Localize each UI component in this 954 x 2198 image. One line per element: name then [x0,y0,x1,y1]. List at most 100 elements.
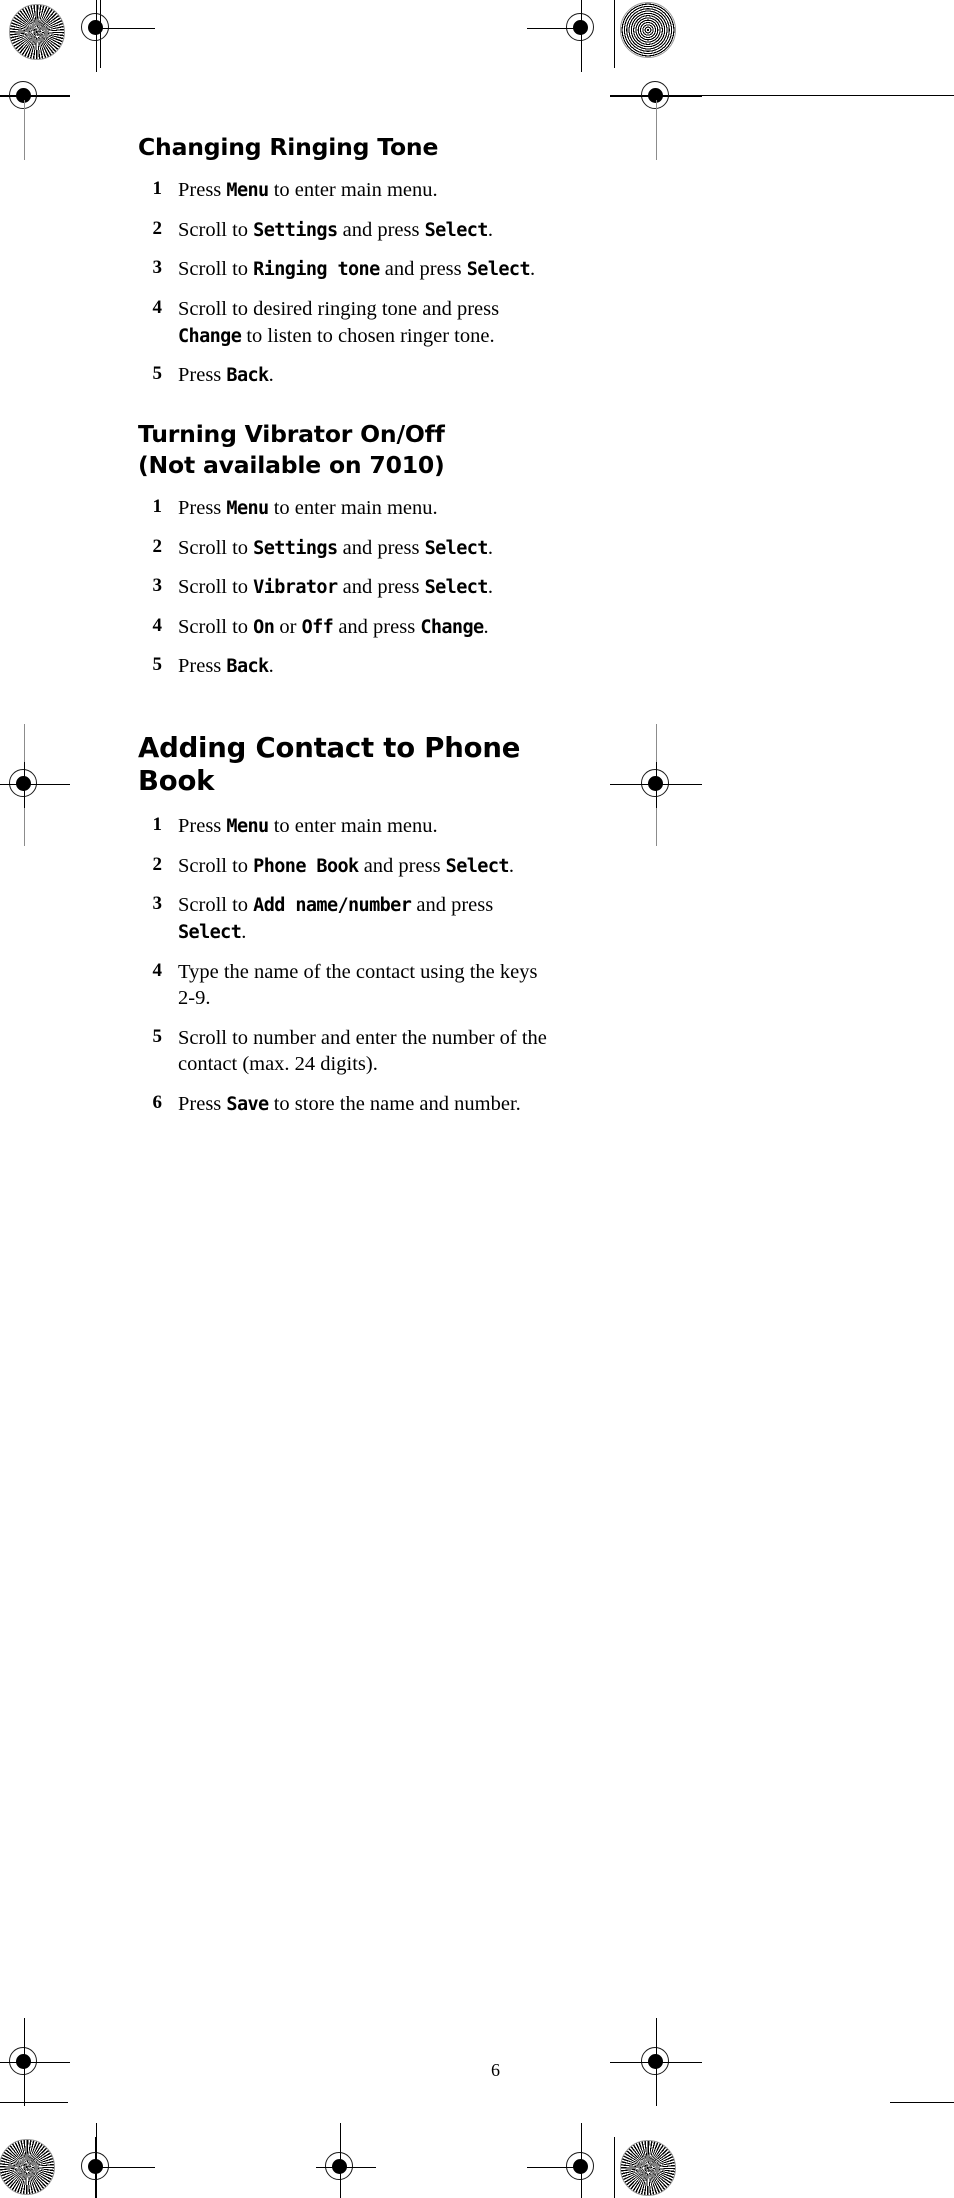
step-text-run: . [508,854,515,877]
steps-list: 1 Press Menu to enter main menu. 2 Scroll t… [138,495,558,680]
step-text: Press Save to store the name and number. [178,1093,521,1115]
registration-mark-left-upper [0,70,70,147]
step-text-run: . [268,655,274,678]
step-text-run: Press [178,1093,227,1116]
step-text-run: or [274,615,302,638]
device-ui-label: Select [178,921,242,943]
step-item: 2 Scroll to Phone Book and press Select. [138,853,558,880]
section-changing-ringing-tone: Changing Ringing Tone 1 Press Menu to ente… [138,132,558,389]
step-text-run: Scroll to [178,258,254,281]
step-number: 1 [152,495,163,517]
step-text-run: . [483,615,489,638]
device-ui-label: Select [445,855,510,877]
device-ui-label: Settings [253,537,338,559]
step-item: 3 Scroll to Vibrator and press Select. [138,574,558,601]
step-text-run: Scroll to number and enter the number of… [178,1026,547,1076]
section-heading-line: Book [138,764,215,797]
registration-mark-left-middle [0,740,70,828]
trim-rule-horizontal-bottom-left [0,2102,68,2103]
step-number: 2 [152,535,163,557]
step-item: 1 Press Menu to enter main menu. [138,177,558,204]
section-heading: Turning Vibrator On/Off (Not available on… [138,419,558,481]
step-text-run: to listen to chosen ringer tone. [241,324,495,347]
bleed-rule-right-middle-lower [656,808,657,846]
step-number: 6 [152,1092,163,1114]
step-number: 5 [152,654,163,676]
step-text-run: Press [178,814,227,837]
step-text-run: . [529,258,536,281]
step-number: 5 [152,363,163,385]
device-ui-label: Change [420,616,484,638]
step-text: Press Back. [178,364,274,386]
step-text-run: . [487,218,493,241]
step-text: Press Menu to enter main menu. [178,497,438,519]
device-ui-label: Menu [226,815,269,837]
step-text-run: . [268,364,274,387]
step-item: 3 Scroll to Add name/number and press Sel… [138,892,558,945]
step-number: 2 [152,217,163,239]
trim-rule-vertical-right [614,0,615,68]
section-heading-line: (Not available on 7010) [138,450,445,479]
device-ui-label: Menu [226,180,269,202]
step-text: Scroll to number and enter the number of… [178,1027,547,1076]
step-text-run: Scroll to [178,854,254,877]
device-ui-label: Back [226,365,269,387]
step-item: 3 Scroll to Ringing tone and press Select… [138,256,558,283]
device-ui-label: Ringing tone [253,259,380,281]
step-text-run: and press [337,218,425,241]
step-text-run: to enter main menu. [268,179,438,202]
step-item: 6 Press Save to store the name and number… [138,1091,558,1118]
concentric-registration-target-top-right [620,2,676,58]
starburst-registration-target-bottom-right [620,2140,676,2196]
registration-mark-right-middle [610,740,702,828]
registration-mark-top-right [527,0,607,72]
step-text-run: and press [333,615,421,638]
registration-mark-bottom-left [70,2123,155,2198]
step-text-run: Scroll to [178,894,254,917]
step-number: 1 [152,178,163,200]
registration-mark-bottom-center [314,2123,376,2198]
device-ui-label: Menu [226,497,269,519]
starburst-registration-target [9,4,65,60]
step-text-run: Press [178,655,227,678]
device-ui-label: Change [178,325,242,347]
step-number: 5 [152,1025,163,1047]
step-text: Press Menu to enter main menu. [178,179,438,201]
step-item: 4 Scroll to On or Off and press Change. [138,614,558,641]
step-text-run: and press [411,894,494,917]
step-item: 5 Press Back. [138,653,558,680]
step-text-run: and press [379,258,467,281]
step-item: 1 Press Menu to enter main menu. [138,813,558,840]
device-ui-label: Off [301,616,334,638]
device-ui-label: Select [424,219,489,241]
device-ui-label: Select [424,577,489,599]
step-text: Scroll to Phone Book and press Select. [178,855,514,877]
step-text: Scroll to On or Off and press Change. [178,616,489,638]
section-turning-vibrator-on-off: Turning Vibrator On/Off (Not available on… [138,419,558,680]
step-number: 2 [152,853,163,875]
step-text-run: Scroll to [178,218,254,241]
bleed-rule-left-middle-upper [24,724,25,762]
starburst-registration-target-bottom-left [0,2139,55,2195]
step-number: 3 [152,893,163,915]
step-text-run: . [241,920,247,943]
device-ui-label: Add name/number [253,895,412,917]
step-text: Scroll to Ringing tone and press Select. [178,258,535,280]
step-text-run: Press [178,364,227,387]
step-text-run: Scroll to [178,576,254,599]
bleed-rule-left-middle-lower [24,808,25,846]
step-text-run: Scroll to desired ringing tone and press [178,297,500,320]
step-text-run: Press [178,496,227,519]
step-item: 2 Scroll to Settings and press Select. [138,535,558,562]
step-text: Scroll to desired ringing tone and press… [178,298,499,347]
step-text-run: . [487,576,493,599]
device-ui-label: Select [466,259,531,281]
device-ui-label: Settings [253,219,338,241]
device-ui-label: Save [226,1094,269,1116]
bleed-rule-left [24,100,25,160]
device-ui-label: On [253,616,275,638]
step-text: Scroll to Vibrator and press Select. [178,576,493,598]
step-text-run: and press [337,576,425,599]
section-heading-line: Changing Ringing Tone [138,133,439,161]
steps-list: 1 Press Menu to enter main menu. 2 Scroll t… [138,813,558,1118]
